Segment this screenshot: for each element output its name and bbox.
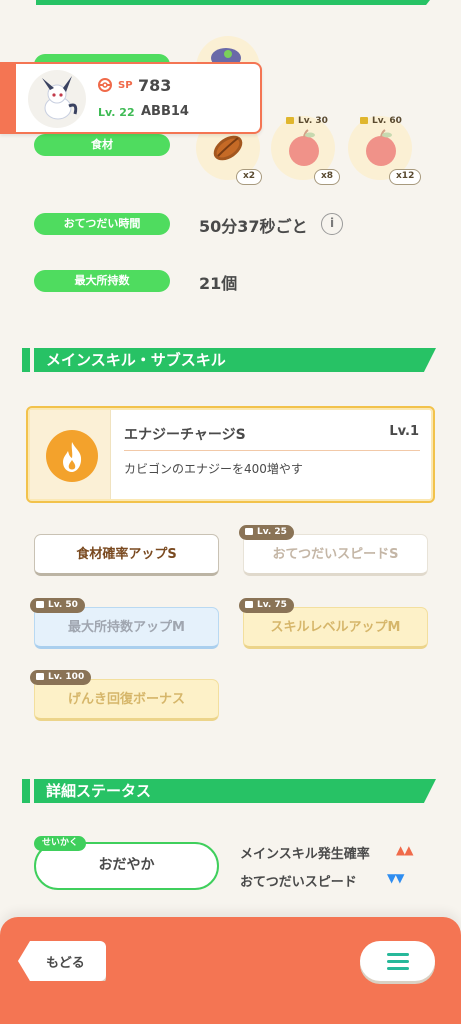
sub-skill-3[interactable]: 最大所持数アップM <box>34 607 219 649</box>
ingredient-lock-2: Lv. 30 <box>280 114 335 129</box>
lock-icon <box>286 117 294 124</box>
section-stripe <box>22 348 30 372</box>
ingredient-count-2: x8 <box>314 169 341 185</box>
sub-skill-1[interactable]: 食材確率アップS <box>34 534 219 576</box>
menu-button[interactable] <box>360 941 435 981</box>
section-title-text: 詳細ステータス <box>34 779 436 803</box>
sub-skill-4[interactable]: スキルレベルアップM <box>243 607 428 649</box>
ingredient-count-1: x2 <box>236 169 263 185</box>
up-stat-label: メインスキル発生確率 <box>240 847 370 862</box>
hamburger-menu-icon <box>387 953 409 970</box>
lock-icon <box>36 673 44 680</box>
down-stat-label: おてつだいスピード <box>240 875 357 890</box>
help-time-label: おてつだい時間 <box>34 213 170 235</box>
pokemon-level: Lv. 22 <box>98 106 135 119</box>
main-skill-name: エナジーチャージS <box>124 427 246 443</box>
back-button[interactable]: もどる <box>18 941 106 981</box>
skills-section-title: メインスキル・サブスキル <box>22 348 436 372</box>
top-section-bar <box>36 0 430 5</box>
pokemon-avatar <box>28 70 86 128</box>
ingredient-lock-3: Lv. 60 <box>354 114 409 129</box>
section-stripe <box>22 779 30 803</box>
back-button-label: もどる <box>46 956 85 971</box>
details-section-title: 詳細ステータス <box>22 779 436 803</box>
main-skill-divider <box>124 450 420 451</box>
lock-icon <box>36 601 44 608</box>
pokeball-icon <box>98 78 112 92</box>
main-skill-icon-circle <box>46 430 98 482</box>
sub-skill-3-lock: Lv. 50 <box>30 598 85 613</box>
max-carry-label: 最大所持数 <box>34 270 170 292</box>
sub-skill-5-lock: Lv. 100 <box>30 670 92 685</box>
sp-label: SP <box>118 80 133 91</box>
down-arrows-icon: ▼▼ <box>387 871 404 885</box>
ingredient-icon <box>211 48 241 64</box>
locked-apple-icon <box>289 129 319 166</box>
main-skill-level: Lv.1 <box>389 424 419 439</box>
lock-icon <box>245 601 253 608</box>
up-arrows-icon: ▲▲ <box>396 843 413 857</box>
ingredients-label: 食材 <box>34 134 170 156</box>
lock-icon <box>245 528 253 535</box>
main-skill-description: カビゴンのエナジーを400増やす <box>124 462 303 476</box>
max-carry-value: 21個 <box>199 274 238 293</box>
help-time-value: 50分37秒ごと <box>199 217 308 236</box>
sp-value: 783 <box>138 76 172 95</box>
sub-skill-4-lock: Lv. 75 <box>239 598 294 613</box>
info-icon[interactable]: i <box>321 213 343 235</box>
sub-skill-5[interactable]: げんき回復ボーナス <box>34 679 219 721</box>
locked-apple-icon <box>366 129 396 166</box>
lock-icon <box>360 117 368 124</box>
nature-tag: せいかく <box>34 836 87 851</box>
main-skill-card[interactable]: エナジーチャージS Lv.1 カビゴンのエナジーを400増やす <box>26 406 435 503</box>
profile-card-accent <box>0 62 16 134</box>
pokemon-code: ABB14 <box>141 104 189 119</box>
pokemon-icon <box>42 76 78 120</box>
sub-skill-2-lock: Lv. 25 <box>239 525 294 540</box>
profile-card[interactable]: SP 783 Lv. 22 ABB14 <box>0 62 262 134</box>
section-title-text: メインスキル・サブスキル <box>34 348 436 372</box>
sub-skill-2[interactable]: おてつだいスピードS <box>243 534 428 576</box>
flame-icon <box>63 442 82 472</box>
ingredient-count-3: x12 <box>389 169 422 185</box>
